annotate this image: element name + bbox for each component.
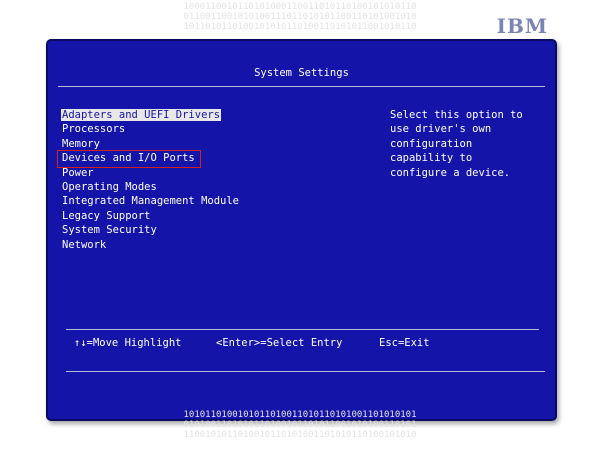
menu-item-label: Processors	[62, 123, 126, 136]
help-text-line: use driver's own	[390, 123, 492, 136]
menu-item-label: Network	[62, 238, 107, 251]
binary-row: 0110011001010100111011010101100110101001…	[183, 12, 417, 22]
binary-watermark-bottom: 1010110100101011010011010110101001101010…	[150, 410, 450, 440]
move-highlight-hint: ↑↓=Move Highlight	[74, 337, 182, 349]
select-entry-hint: <Enter>=Select Entry	[216, 337, 343, 349]
menu-item-label: Power	[62, 166, 94, 179]
menu-item-processors[interactable]: Processors	[61, 122, 240, 136]
help-panel: Select this option to use driver's own c…	[390, 108, 540, 180]
help-text-line: configure a device.	[390, 166, 511, 179]
menu-item-operating-modes[interactable]: Operating Modes	[61, 180, 240, 194]
title-divider	[58, 86, 545, 87]
binary-row: 0101001101010110100101101011001010100110…	[183, 420, 417, 430]
help-text-line: Select this option to	[390, 109, 523, 121]
menu-item-label: Adapters and UEFI Drivers	[61, 109, 222, 121]
help-divider	[66, 329, 539, 330]
menu-item-network[interactable]: Network	[61, 238, 240, 252]
exit-hint: Esc=Exit	[379, 337, 430, 349]
menu-item-system-security[interactable]: System Security	[61, 223, 240, 237]
binary-row: 1000110010110101000110011010110100101010…	[183, 2, 417, 12]
menu-item-label: Operating Modes	[62, 180, 157, 193]
ibm-logo: IBM	[496, 14, 548, 38]
menu-item-label: Memory	[62, 137, 100, 150]
menu-item-label: Legacy Support	[62, 209, 151, 222]
help-text-line: capability to	[390, 152, 473, 165]
binary-row: 1100101011010010110101001101010110100101…	[183, 430, 417, 440]
menu-item-legacy-support[interactable]: Legacy Support	[61, 209, 240, 223]
menu-item-adapters-uefi-drivers[interactable]: Adapters and UEFI Drivers	[61, 108, 240, 122]
settings-menu: Adapters and UEFI Drivers Processors Mem…	[61, 108, 240, 252]
binary-row: 1010110100101011010011010110101001101010…	[183, 410, 417, 420]
menu-item-label: System Security	[62, 224, 157, 237]
annotation-highlight-box	[57, 150, 201, 168]
binary-row: 1011010110100101010110100110101011001010…	[183, 22, 417, 32]
binary-watermark-top: 1000110010110101000110011010110100101010…	[150, 2, 450, 32]
menu-item-integrated-management-module[interactable]: Integrated Management Module	[61, 194, 240, 208]
bottom-divider	[66, 371, 545, 372]
page-title: System Settings	[254, 67, 349, 79]
menu-item-memory[interactable]: Memory	[61, 137, 240, 151]
help-text-line: configuration	[390, 137, 473, 150]
bios-setup-window: System Settings Adapters and UEFI Driver…	[46, 39, 557, 421]
menu-item-label: Integrated Management Module	[62, 195, 240, 208]
